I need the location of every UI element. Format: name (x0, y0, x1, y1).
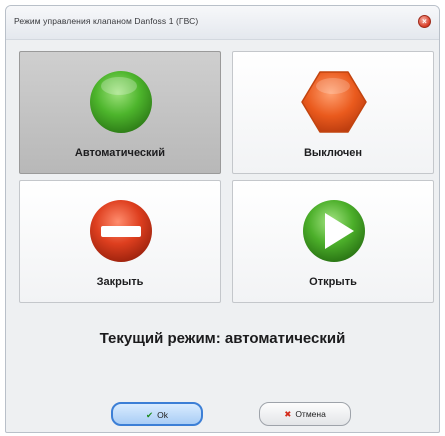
ok-button[interactable]: ✔ Ok (111, 402, 203, 426)
close-window-button[interactable]: × (418, 15, 431, 28)
mode-open-button[interactable]: Открыть (232, 180, 434, 303)
mode-off-label: Выключен (303, 147, 363, 159)
green-play-icon (303, 200, 365, 262)
current-mode-status: Текущий режим: автоматический (99, 330, 346, 347)
mode-auto-button[interactable]: Автоматический (19, 51, 221, 174)
cancel-button-label: Отмена (295, 409, 326, 419)
green-circle-icon (90, 71, 152, 133)
mode-close-label: Закрыть (96, 276, 144, 288)
cross-icon: ✖ (284, 409, 292, 419)
mode-off-button[interactable]: Выключен (232, 51, 434, 174)
ok-button-label: Ok (157, 410, 168, 420)
window-title: Режим управления клапаном Danfoss 1 (ГВС… (14, 16, 199, 26)
title-bar: Режим управления клапаном Danfoss 1 (ГВС… (6, 6, 439, 40)
mode-open-label: Открыть (309, 276, 357, 288)
mode-auto-label: Автоматический (74, 147, 166, 159)
valve-mode-dialog: Режим управления клапаном Danfoss 1 (ГВС… (5, 5, 440, 433)
mode-close-button[interactable]: Закрыть (19, 180, 221, 303)
cancel-button[interactable]: ✖ Отмена (259, 402, 351, 426)
red-minus-icon (90, 200, 152, 262)
check-icon: ✔ (146, 410, 154, 420)
orange-hexagon-icon (301, 71, 367, 133)
